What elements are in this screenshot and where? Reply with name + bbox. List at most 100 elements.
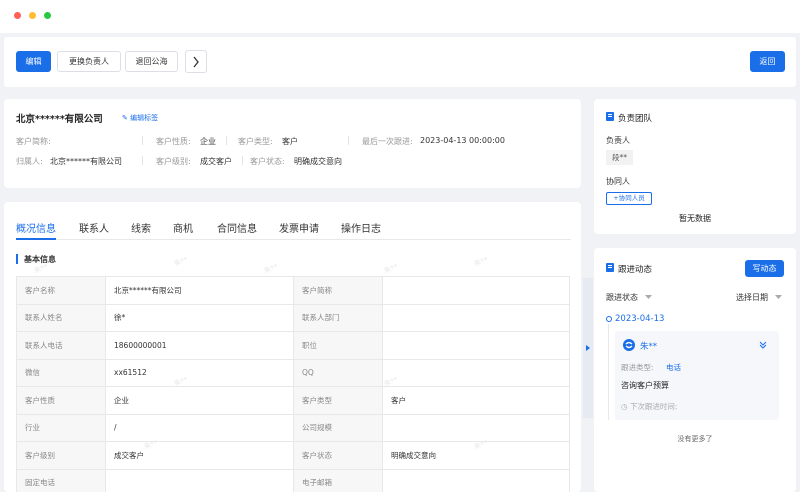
entry-content: 咨询客户预算: [621, 381, 669, 390]
no-more-text: 没有更多了: [677, 435, 713, 443]
follow-up-icon: [606, 263, 614, 272]
tab-contacts[interactable]: 联系人: [79, 220, 109, 235]
field-value: [382, 358, 570, 387]
field-value: 北京******有限公司: [105, 276, 294, 305]
field-label: 联系人电话: [16, 331, 106, 360]
tab-leads[interactable]: 线索: [131, 220, 151, 235]
tab-overview[interactable]: 概况信息: [16, 220, 56, 235]
watermark: 朱**: [173, 255, 189, 269]
collaborator-label: 协同人: [606, 177, 630, 186]
panel-collapse-handle[interactable]: [583, 278, 593, 418]
date-filter-label: 选择日期: [736, 293, 768, 302]
field-label: 客户状态: [293, 441, 383, 470]
watermark: 朱**: [263, 262, 279, 276]
date-filter[interactable]: 选择日期: [736, 292, 782, 303]
expand-icon[interactable]: [759, 341, 767, 349]
table-row: 联系人姓名 徐* 联系人部门: [16, 303, 570, 332]
empty-state: 暂无数据: [679, 214, 711, 223]
entry-user: 朱**: [640, 342, 658, 352]
action-toolbar: 编辑 更换负责人 退回公海 返回: [4, 37, 796, 87]
table-row: 联系人电话 18600000001 职位: [16, 331, 570, 360]
field-value: [382, 276, 570, 305]
next-follow-label: 下次跟进时间:: [629, 402, 678, 411]
next-follow-time: ◷ 下次跟进时间:: [621, 401, 677, 412]
owner-value: 北京******有限公司: [50, 157, 122, 166]
tabs-underline: [16, 239, 571, 240]
team-title: 负责团队: [618, 114, 653, 124]
owner-chip: 段**: [606, 150, 633, 165]
user-logo-icon: [623, 339, 635, 351]
field-label: 行业: [16, 413, 106, 442]
back-button[interactable]: 返回: [750, 51, 785, 72]
add-collaborator-button[interactable]: +协同人员: [606, 192, 652, 205]
detail-tabs: 概况信息 联系人 线索 商机 合同信息 发票申请 操作日志: [16, 220, 571, 240]
table-row: 客户名称 北京******有限公司 客户简称: [16, 276, 570, 305]
chevron-right-icon: [193, 56, 199, 68]
caret-down-icon: [774, 295, 782, 299]
customer-info-row-2: 归属人: 北京******有限公司 客户级别: 成交客户 客户状态: 明确成交意…: [16, 156, 576, 166]
field-label: 联系人部门: [293, 303, 383, 332]
edit-button[interactable]: 编辑: [16, 51, 51, 72]
active-tab-indicator: [16, 238, 56, 240]
maximize-window-dot[interactable]: [44, 12, 51, 19]
field-value: [382, 413, 570, 442]
divider: [242, 156, 243, 165]
follow-up-title: 跟进动态: [618, 265, 653, 275]
write-update-button[interactable]: 写动态: [745, 260, 784, 277]
close-window-dot[interactable]: [14, 12, 21, 19]
clock-icon: ◷: [621, 402, 628, 411]
table-row: 客户性质 企业 客户类型 客户: [16, 386, 570, 415]
field-label: 客户名称: [16, 276, 106, 305]
table-row: 微信 xx61512 QQ: [16, 358, 570, 387]
status-filter-label: 跟进状态: [606, 293, 638, 302]
field-value: 明确成交意向: [382, 441, 570, 470]
field-label: 客户简称: [293, 276, 383, 305]
level-label: 客户级别:: [156, 157, 191, 166]
table-row: 客户级别 成交客户 客户状态 明确成交意向: [16, 441, 570, 470]
watermark: 朱**: [383, 262, 399, 276]
follow-up-card: 跟进动态 写动态 跟进状态 选择日期 2023-04-13 朱** 跟进类型: …: [594, 248, 796, 492]
pencil-icon: ✎: [122, 114, 128, 122]
short-name-label: 客户简称:: [16, 137, 51, 146]
tab-invoices[interactable]: 发票申请: [279, 220, 319, 235]
divider: [142, 156, 143, 165]
table-row: 固定电话 电子邮箱: [16, 468, 570, 492]
field-value: 18600000001: [105, 331, 294, 360]
minimize-window-dot[interactable]: [29, 12, 36, 19]
status-filter[interactable]: 跟进状态: [606, 292, 652, 303]
timeline-date: 2023-04-13: [615, 314, 665, 324]
field-value: [382, 468, 570, 492]
team-card: 负责团队 负责人 段** 协同人 +协同人员 暂无数据: [594, 99, 796, 234]
follow-up-entry: 朱** 跟进类型: 电话 咨询客户预算 ◷ 下次跟进时间:: [615, 331, 779, 420]
tab-opportunities[interactable]: 商机: [173, 220, 193, 235]
field-value: 成交客户: [105, 441, 294, 470]
field-value: /: [105, 413, 294, 442]
tab-contracts[interactable]: 合同信息: [217, 220, 257, 235]
caret-down-icon: [644, 295, 652, 299]
watermark: 朱**: [473, 255, 489, 269]
divider: [348, 136, 349, 145]
status-label: 客户状态:: [250, 157, 285, 166]
table-row: 行业 / 公司规模: [16, 413, 570, 442]
field-value: xx61512: [105, 358, 294, 387]
field-label: 固定电话: [16, 468, 106, 492]
field-value: 徐*: [105, 303, 294, 332]
change-owner-button[interactable]: 更换负责人: [57, 51, 121, 72]
field-value: [105, 468, 294, 492]
edit-tags-label: 编辑标签: [130, 114, 159, 122]
field-label: 客户级别: [16, 441, 106, 470]
field-label: 公司规模: [293, 413, 383, 442]
status-value: 明确成交意向: [294, 157, 342, 166]
tab-operation-log[interactable]: 操作日志: [341, 220, 381, 235]
field-label: 联系人姓名: [16, 303, 106, 332]
field-label: 电子邮箱: [293, 468, 383, 492]
last-follow-label: 最后一次跟进:: [362, 137, 413, 146]
edit-tags-link[interactable]: ✎ 编辑标签: [122, 113, 158, 123]
basic-info-table: 客户名称 北京******有限公司 客户简称 联系人姓名 徐* 联系人部门 联系人电话 1…: [16, 276, 570, 492]
field-value: [382, 331, 570, 360]
return-pool-button[interactable]: 退回公海: [125, 51, 178, 72]
more-actions-button[interactable]: [185, 50, 207, 73]
type-value: 客户: [282, 137, 298, 146]
field-label: 客户类型: [293, 386, 383, 415]
field-value: [382, 303, 570, 332]
